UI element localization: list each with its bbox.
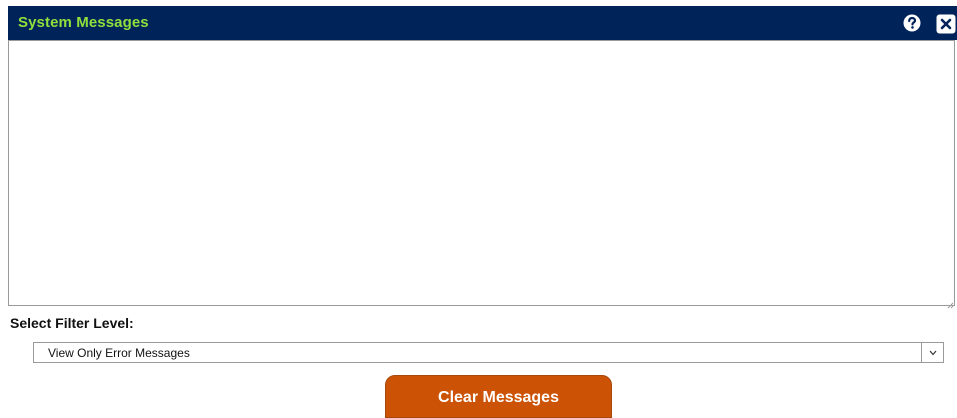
chevron-down-icon[interactable] — [921, 343, 943, 362]
system-messages-dialog: System Messages Select Filter Level: Vie… — [0, 0, 957, 418]
resize-grip-icon[interactable] — [946, 296, 954, 309]
system-messages-textarea[interactable] — [8, 40, 955, 306]
help-icon[interactable] — [902, 14, 922, 32]
dialog-titlebar: System Messages — [8, 6, 957, 40]
close-icon[interactable] — [936, 14, 956, 34]
dialog-title: System Messages — [18, 14, 149, 31]
filter-selected-value: View Only Error Messages — [48, 346, 190, 360]
filter-level-select[interactable]: View Only Error Messages — [33, 342, 944, 363]
clear-messages-button[interactable]: Clear Messages — [385, 375, 612, 418]
filter-level-label: Select Filter Level: — [10, 315, 134, 331]
